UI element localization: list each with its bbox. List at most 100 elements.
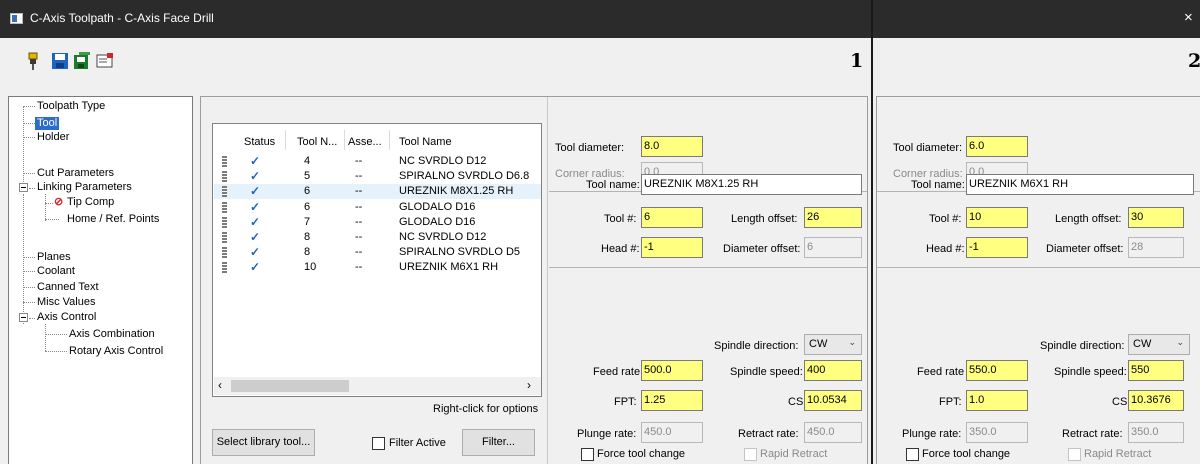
spindle-direction-select[interactable]: CW ⌄ bbox=[804, 334, 862, 355]
rapid-retract-checkbox[interactable] bbox=[744, 448, 757, 461]
pane-divider bbox=[871, 0, 873, 464]
tree-item-rotary-axis-control[interactable]: Rotary Axis Control bbox=[69, 345, 163, 358]
pane-number-2: 2 bbox=[1188, 50, 1200, 72]
spindle-direction-select[interactable]: CW ⌄ bbox=[1128, 334, 1190, 355]
spindle-speed-field[interactable]: 550 bbox=[1128, 360, 1184, 381]
tree-item-home-ref-points[interactable]: Home / Ref. Points bbox=[67, 213, 159, 226]
plunge-rate-label: Plunge rate: bbox=[902, 428, 962, 440]
column-header-assembly[interactable]: Asse... bbox=[348, 136, 382, 148]
retract-rate-field[interactable]: 450.0 bbox=[804, 422, 862, 443]
tree-item-cut-parameters[interactable]: Cut Parameters bbox=[37, 167, 114, 180]
app-icon bbox=[10, 13, 23, 24]
tool-name-field[interactable]: UREZNIK M6X1 RH bbox=[966, 174, 1194, 195]
tool-name-cell: NC SVRDLO D12 bbox=[399, 231, 487, 243]
tree-item-toolpath-type[interactable]: Toolpath Type bbox=[37, 100, 105, 113]
column-header-tool-number[interactable]: Tool N... bbox=[297, 136, 337, 148]
spindle-direction-value: CW bbox=[809, 338, 828, 350]
tree-item-misc-values[interactable]: Misc Values bbox=[37, 296, 95, 309]
status-check-icon: ✓ bbox=[250, 169, 261, 184]
close-icon[interactable]: × bbox=[1184, 9, 1193, 26]
tool-number-cell: 6 bbox=[304, 185, 311, 198]
length-offset-field[interactable]: 26 bbox=[804, 207, 862, 228]
select-library-tool-button[interactable]: Select library tool... bbox=[212, 429, 315, 456]
grip-icon bbox=[222, 262, 227, 274]
grip-icon bbox=[222, 171, 227, 183]
tool-name-cell: GLODALO D16 bbox=[399, 200, 476, 213]
retract-rate-label: Retract rate: bbox=[1062, 428, 1123, 440]
spindle-speed-field[interactable]: 400 bbox=[804, 360, 862, 381]
feed-rate-label: Feed rate bbox=[917, 366, 965, 378]
rapid-retract-label: Rapid Retract bbox=[760, 448, 828, 460]
fpt-field[interactable]: 1.25 bbox=[641, 390, 703, 411]
save-icon[interactable] bbox=[51, 52, 69, 70]
tag-icon[interactable] bbox=[96, 52, 114, 70]
pin-icon[interactable] bbox=[24, 52, 42, 70]
tool-number-field[interactable]: 10 bbox=[966, 207, 1028, 228]
feed-rate-field[interactable]: 550.0 bbox=[966, 360, 1028, 381]
plunge-rate-field[interactable]: 350.0 bbox=[966, 422, 1028, 443]
fpt-field[interactable]: 1.0 bbox=[966, 390, 1028, 411]
plunge-rate-field[interactable]: 450.0 bbox=[641, 422, 703, 443]
assembly-cell: -- bbox=[355, 170, 363, 183]
tool-name-cell: UREZNIK M6X1 RH bbox=[399, 261, 499, 274]
save-all-icon[interactable] bbox=[73, 52, 91, 70]
column-header-status[interactable]: Status bbox=[244, 136, 275, 148]
scrollbar-thumb[interactable] bbox=[231, 380, 349, 392]
feed-rate-label: Feed rate bbox=[593, 366, 641, 378]
tool-number-label: Tool #: bbox=[929, 213, 962, 225]
tool-number-cell: 4 bbox=[304, 155, 311, 167]
tree-item-tool[interactable]: Tool bbox=[35, 117, 60, 130]
rapid-retract-checkbox[interactable] bbox=[1068, 448, 1081, 461]
tool-name-field[interactable]: UREZNIK M8X1.25 RH bbox=[641, 174, 862, 195]
tree-item-planes[interactable]: Planes bbox=[37, 251, 71, 264]
column-header-tool-name[interactable]: Tool Name bbox=[399, 136, 452, 148]
tool-list[interactable]: Status Tool N... Asse... Tool Name ✓ 4 -- N… bbox=[212, 123, 542, 397]
retract-rate-label: Retract rate: bbox=[738, 428, 799, 440]
length-offset-field[interactable]: 30 bbox=[1128, 207, 1184, 228]
tool-number-label: Tool #: bbox=[604, 213, 637, 225]
status-check-icon: ✓ bbox=[250, 199, 261, 214]
head-number-field[interactable]: -1 bbox=[641, 237, 703, 258]
feed-rate-field[interactable]: 500.0 bbox=[641, 360, 703, 381]
status-check-icon: ✓ bbox=[250, 214, 261, 229]
cs-field[interactable]: 10.3676 bbox=[1128, 390, 1184, 411]
diameter-offset-field[interactable]: 6 bbox=[804, 237, 862, 258]
tool-number-field[interactable]: 6 bbox=[641, 207, 703, 228]
tree-item-holder[interactable]: Holder bbox=[37, 131, 69, 144]
tool-name-cell: UREZNIK M8X1.25 RH bbox=[399, 185, 514, 198]
cs-field[interactable]: 10.0534 bbox=[804, 390, 862, 411]
tree-item-coolant[interactable]: Coolant bbox=[37, 265, 75, 278]
pane-number-1: 1 bbox=[850, 50, 864, 72]
spindle-direction-value: CW bbox=[1133, 338, 1152, 350]
tool-name-cell: SPIRALNO SVRDLO D5 bbox=[399, 246, 521, 259]
tree-item-axis-control[interactable]: Axis Control bbox=[37, 311, 96, 324]
tool-name-cell: NC SVRDLO D12 bbox=[399, 155, 487, 167]
scroll-right-icon[interactable]: › bbox=[527, 378, 531, 392]
force-tool-change-checkbox[interactable] bbox=[906, 448, 919, 461]
grip-icon bbox=[222, 247, 227, 259]
tool-number-cell: 10 bbox=[304, 261, 317, 274]
grip-icon bbox=[222, 186, 227, 198]
tool-diameter-field[interactable]: 8.0 bbox=[641, 136, 703, 157]
filter-active-checkbox[interactable] bbox=[372, 437, 385, 450]
horizontal-scrollbar[interactable]: ‹ › bbox=[214, 377, 541, 395]
tree-item-linking-parameters[interactable]: Linking Parameters bbox=[37, 181, 132, 194]
tool-diameter-label: Tool diameter: bbox=[555, 142, 625, 154]
tree-item-canned-text[interactable]: Canned Text bbox=[37, 281, 99, 294]
collapse-icon[interactable] bbox=[19, 313, 28, 322]
retract-rate-field[interactable]: 350.0 bbox=[1128, 422, 1184, 443]
assembly-cell: -- bbox=[355, 200, 363, 213]
head-number-label: Head #: bbox=[926, 243, 965, 255]
collapse-icon[interactable] bbox=[19, 183, 28, 192]
scroll-left-icon[interactable]: ‹ bbox=[218, 378, 222, 392]
tree-item-axis-combination[interactable]: Axis Combination bbox=[69, 328, 155, 341]
diameter-offset-field[interactable]: 28 bbox=[1128, 237, 1184, 258]
head-number-field[interactable]: -1 bbox=[966, 237, 1028, 258]
spindle-speed-label: Spindle speed: bbox=[730, 366, 803, 378]
parameter-tree: Toolpath Type Tool Holder Cut Parameters… bbox=[8, 96, 193, 464]
tree-item-tip-comp[interactable]: Tip Comp bbox=[67, 196, 114, 209]
tool-name-label: Tool name: bbox=[586, 179, 640, 191]
tool-diameter-field[interactable]: 6.0 bbox=[966, 136, 1028, 157]
filter-button[interactable]: Filter... bbox=[462, 429, 535, 456]
force-tool-change-checkbox[interactable] bbox=[581, 448, 594, 461]
